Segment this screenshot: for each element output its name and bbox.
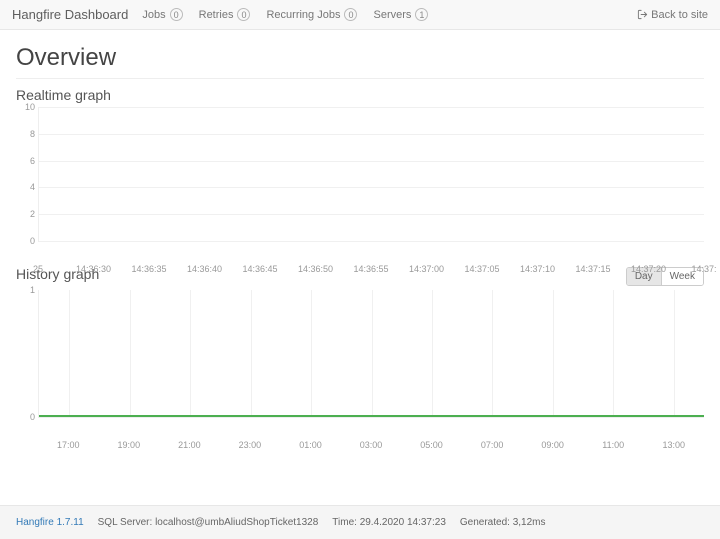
x-tick-label: 14:37:10 xyxy=(520,264,555,274)
x-tick-label: 03:00 xyxy=(360,440,383,450)
footer-version-link[interactable]: Hangfire 1.7.11 xyxy=(16,517,84,528)
brand[interactable]: Hangfire Dashboard xyxy=(12,7,128,22)
footer: Hangfire 1.7.11 SQL Server: localhost@um… xyxy=(0,505,720,539)
y-tick-label: 1 xyxy=(30,285,39,295)
chart-gridline xyxy=(432,290,433,417)
x-tick-label: 23:00 xyxy=(239,440,262,450)
x-tick-label: 14:37: xyxy=(691,264,716,274)
x-tick-label: 14:37:00 xyxy=(409,264,444,274)
chart-gridline xyxy=(69,290,70,417)
chart-gridline xyxy=(311,290,312,417)
history-chart-area: 10 17:0019:0021:0023:0001:0003:0005:0007… xyxy=(16,290,704,436)
x-tick-label: 11:00 xyxy=(602,440,624,450)
chart-gridline xyxy=(251,290,252,417)
nav-jobs-label: Jobs xyxy=(142,9,165,21)
x-tick-label: 14:36:55 xyxy=(353,264,388,274)
x-tick-label: 14:36:50 xyxy=(298,264,333,274)
nav-servers-badge: 1 xyxy=(415,8,428,21)
page: Overview Realtime graph 1086420 2514:36:… xyxy=(0,30,720,436)
chart-gridline xyxy=(492,290,493,417)
realtime-title: Realtime graph xyxy=(16,87,704,103)
footer-time: Time: 29.4.2020 14:37:23 xyxy=(332,517,446,528)
chart-gridline xyxy=(39,107,704,108)
chart-gridline xyxy=(372,290,373,417)
x-tick-label: 14:36:45 xyxy=(242,264,277,274)
y-tick-label: 2 xyxy=(30,209,39,219)
page-title: Overview xyxy=(16,44,704,72)
nav-jobs-badge: 0 xyxy=(170,8,183,21)
chart-gridline xyxy=(39,214,704,215)
x-tick-label: 17:00 xyxy=(57,440,80,450)
nav-recurring-badge: 0 xyxy=(344,8,357,21)
realtime-x-axis: 2514:36:3014:36:3514:36:4014:36:4514:36:… xyxy=(38,242,704,260)
x-tick-label: 05:00 xyxy=(420,440,443,450)
x-tick-label: 19:00 xyxy=(118,440,141,450)
navbar: Hangfire Dashboard Jobs 0 Retries 0 Recu… xyxy=(0,0,720,30)
logout-icon xyxy=(637,9,648,20)
history-series-line xyxy=(39,415,704,417)
nav-servers[interactable]: Servers 1 xyxy=(373,8,428,21)
chart-gridline xyxy=(190,290,191,417)
history-x-axis: 17:0019:0021:0023:0001:0003:0005:0007:00… xyxy=(38,418,704,436)
chart-gridline xyxy=(674,290,675,417)
nav-servers-label: Servers xyxy=(373,9,411,21)
x-tick-label: 21:00 xyxy=(178,440,201,450)
x-tick-label: 14:37:20 xyxy=(631,264,666,274)
y-tick-label: 10 xyxy=(25,102,39,112)
nav-recurring-label: Recurring Jobs xyxy=(266,9,340,21)
x-tick-label: 14:37:15 xyxy=(575,264,610,274)
nav-retries-badge: 0 xyxy=(237,8,250,21)
nav-retries-label: Retries xyxy=(199,9,234,21)
y-tick-label: 6 xyxy=(30,156,39,166)
x-tick-label: 14:36:35 xyxy=(131,264,166,274)
chart-gridline xyxy=(613,290,614,417)
x-tick-label: 14:36:40 xyxy=(187,264,222,274)
nav-retries[interactable]: Retries 0 xyxy=(199,8,251,21)
nav-jobs[interactable]: Jobs 0 xyxy=(142,8,182,21)
x-tick-label: 14:37:05 xyxy=(464,264,499,274)
divider xyxy=(16,78,704,79)
realtime-chart: 1086420 xyxy=(38,107,704,242)
history-chart: 10 xyxy=(38,290,704,418)
footer-generated: Generated: 3,12ms xyxy=(460,517,546,528)
chart-gridline xyxy=(130,290,131,417)
back-to-site[interactable]: Back to site xyxy=(637,9,708,21)
x-tick-label: 25 xyxy=(33,264,43,274)
back-label: Back to site xyxy=(651,9,708,21)
chart-gridline xyxy=(553,290,554,417)
realtime-chart-area: 1086420 2514:36:3014:36:3514:36:4014:36:… xyxy=(16,107,704,260)
chart-gridline xyxy=(39,161,704,162)
nav-recurring[interactable]: Recurring Jobs 0 xyxy=(266,8,357,21)
y-tick-label: 8 xyxy=(30,129,39,139)
x-tick-label: 14:36:30 xyxy=(76,264,111,274)
chart-gridline xyxy=(39,187,704,188)
x-tick-label: 09:00 xyxy=(541,440,564,450)
chart-gridline xyxy=(39,134,704,135)
y-tick-label: 4 xyxy=(30,182,39,192)
x-tick-label: 13:00 xyxy=(662,440,685,450)
footer-sql: SQL Server: localhost@umbAliudShopTicket… xyxy=(98,517,319,528)
x-tick-label: 01:00 xyxy=(299,440,322,450)
x-tick-label: 07:00 xyxy=(481,440,504,450)
